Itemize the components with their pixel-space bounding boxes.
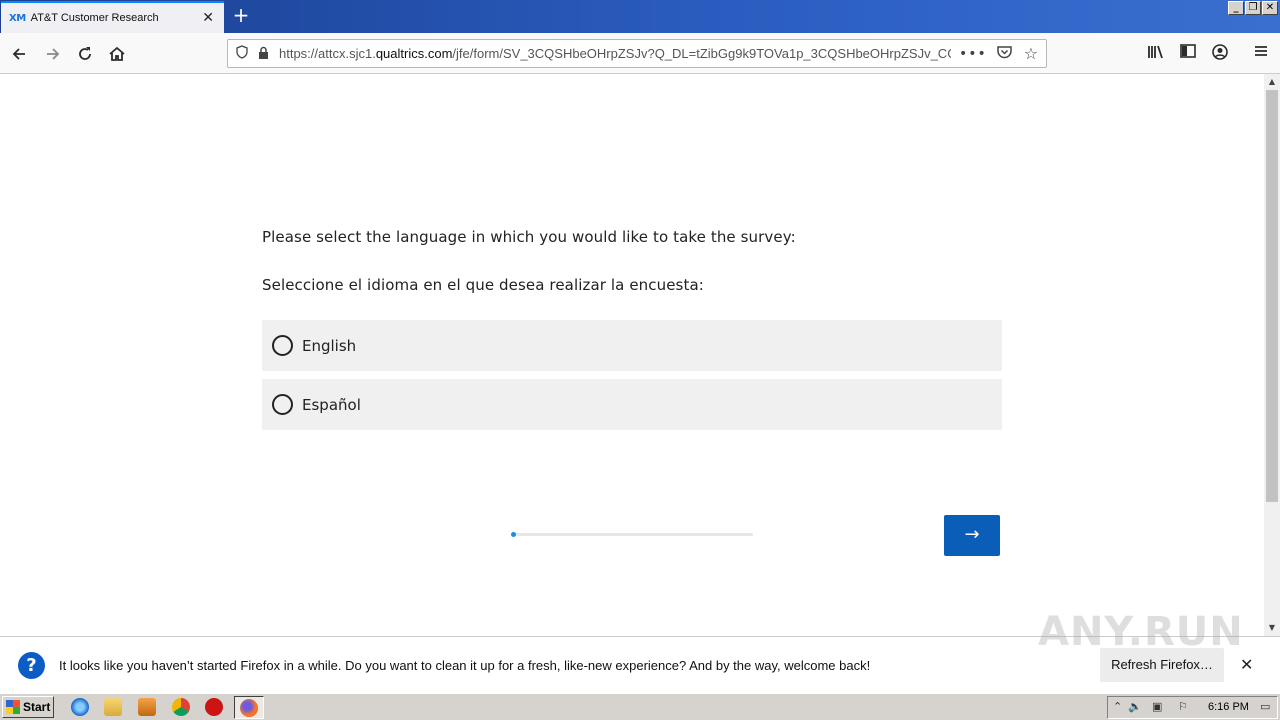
browser-tab-bar: XM AT&T Customer Research ✕ + _ ❐ ✕ — [0, 0, 1280, 33]
media-player-icon[interactable] — [138, 698, 156, 716]
question-text-english: Please select the language in which you … — [262, 228, 796, 246]
progress-bar-fill — [511, 532, 516, 537]
reload-icon — [79, 47, 91, 60]
start-button[interactable]: Start — [2, 696, 54, 718]
network-icon[interactable]: ▣ — [1152, 700, 1162, 713]
notification-message: It looks like you haven’t started Firefo… — [59, 658, 871, 673]
qualtrics-favicon-icon: XM — [9, 12, 26, 24]
choice-label-spanish: Español — [302, 395, 361, 414]
choice-label-english: English — [302, 336, 357, 355]
url-prefix: https://attcx.sjc1. — [279, 46, 376, 61]
hamburger-menu-icon[interactable] — [1251, 44, 1271, 64]
reload-button[interactable] — [72, 41, 98, 67]
scroll-down-arrow-icon[interactable]: ▼ — [1264, 620, 1280, 636]
chrome-icon[interactable] — [172, 698, 190, 716]
internet-explorer-icon[interactable] — [71, 698, 89, 716]
pocket-icon[interactable] — [997, 45, 1012, 63]
url-text[interactable]: https://attcx.sjc1.qualtrics.com/jfe/for… — [279, 46, 951, 61]
tray-expand-icon[interactable]: ⌃ — [1113, 700, 1122, 713]
refresh-firefox-notification: ANY.RUN ? It looks like you haven’t star… — [0, 609, 1280, 693]
back-button[interactable] — [6, 41, 32, 67]
library-icon[interactable] — [1146, 44, 1166, 64]
url-path: /jfe/form/SV_3CQSHbeOHrpZSJv?Q_DL=tZibGg… — [452, 46, 951, 61]
show-desktop-icon[interactable]: ▭ — [1260, 700, 1270, 713]
url-domain: qualtrics.com — [375, 46, 453, 61]
forward-arrow-icon — [47, 48, 60, 60]
close-window-button[interactable]: ✕ — [1262, 1, 1278, 15]
choice-spanish[interactable]: Español — [262, 379, 1002, 430]
home-icon — [109, 46, 125, 61]
radio-button-english[interactable] — [272, 335, 293, 356]
notification-close-icon[interactable]: ✕ — [1240, 655, 1253, 674]
account-icon[interactable] — [1210, 44, 1230, 64]
bookmark-star-icon[interactable]: ☆ — [1024, 44, 1038, 63]
question-text-spanish: Seleccione el idioma en el que desea rea… — [262, 276, 704, 294]
tab-title: AT&T Customer Research — [30, 12, 159, 24]
survey-page: Please select the language in which you … — [0, 74, 1264, 636]
page-actions-menu-icon[interactable]: ••• — [959, 46, 987, 62]
firefox-taskbar-button[interactable] — [234, 696, 264, 719]
url-bar[interactable]: https://attcx.sjc1.qualtrics.com/jfe/for… — [227, 39, 1047, 68]
file-explorer-icon[interactable] — [104, 698, 122, 716]
scrollbar-thumb[interactable] — [1266, 90, 1278, 502]
lock-icon[interactable] — [258, 46, 269, 62]
minimize-button[interactable]: _ — [1228, 1, 1244, 15]
volume-icon[interactable]: 🔈 — [1128, 700, 1142, 713]
sidebar-toggle-icon[interactable] — [1178, 44, 1198, 64]
windows-taskbar: Start ⌃ 🔈 ▣ ⚐ 6:16 PM ▭ — [0, 693, 1280, 720]
tracking-shield-icon[interactable] — [236, 45, 250, 62]
windows-logo-icon — [6, 700, 20, 714]
opera-icon[interactable] — [205, 698, 223, 716]
action-center-flag-icon[interactable]: ⚐ — [1178, 700, 1188, 713]
forward-button[interactable] — [40, 41, 66, 67]
firefox-icon — [240, 699, 258, 717]
navigation-toolbar: https://attcx.sjc1.qualtrics.com/jfe/for… — [0, 33, 1280, 74]
progress-bar — [511, 532, 753, 537]
question-mark-icon: ? — [18, 652, 45, 679]
vertical-scrollbar[interactable]: ▲ ▼ — [1264, 74, 1280, 636]
radio-button-spanish[interactable] — [272, 394, 293, 415]
refresh-firefox-button[interactable]: Refresh Firefox… — [1100, 648, 1224, 682]
next-button[interactable]: → — [944, 515, 1000, 556]
system-tray: ⌃ 🔈 ▣ ⚐ 6:16 PM ▭ — [1107, 696, 1278, 719]
start-label: Start — [23, 700, 51, 714]
back-arrow-icon — [12, 48, 25, 60]
home-button[interactable] — [104, 41, 130, 67]
clock: 6:16 PM — [1208, 701, 1249, 713]
new-tab-button[interactable]: + — [230, 4, 252, 28]
tab-close-icon[interactable]: ✕ — [202, 10, 214, 26]
scroll-up-arrow-icon[interactable]: ▲ — [1264, 74, 1280, 90]
choice-english[interactable]: English — [262, 320, 1002, 371]
browser-tab[interactable]: XM AT&T Customer Research ✕ — [1, 1, 224, 33]
restore-button[interactable]: ❐ — [1245, 1, 1261, 15]
